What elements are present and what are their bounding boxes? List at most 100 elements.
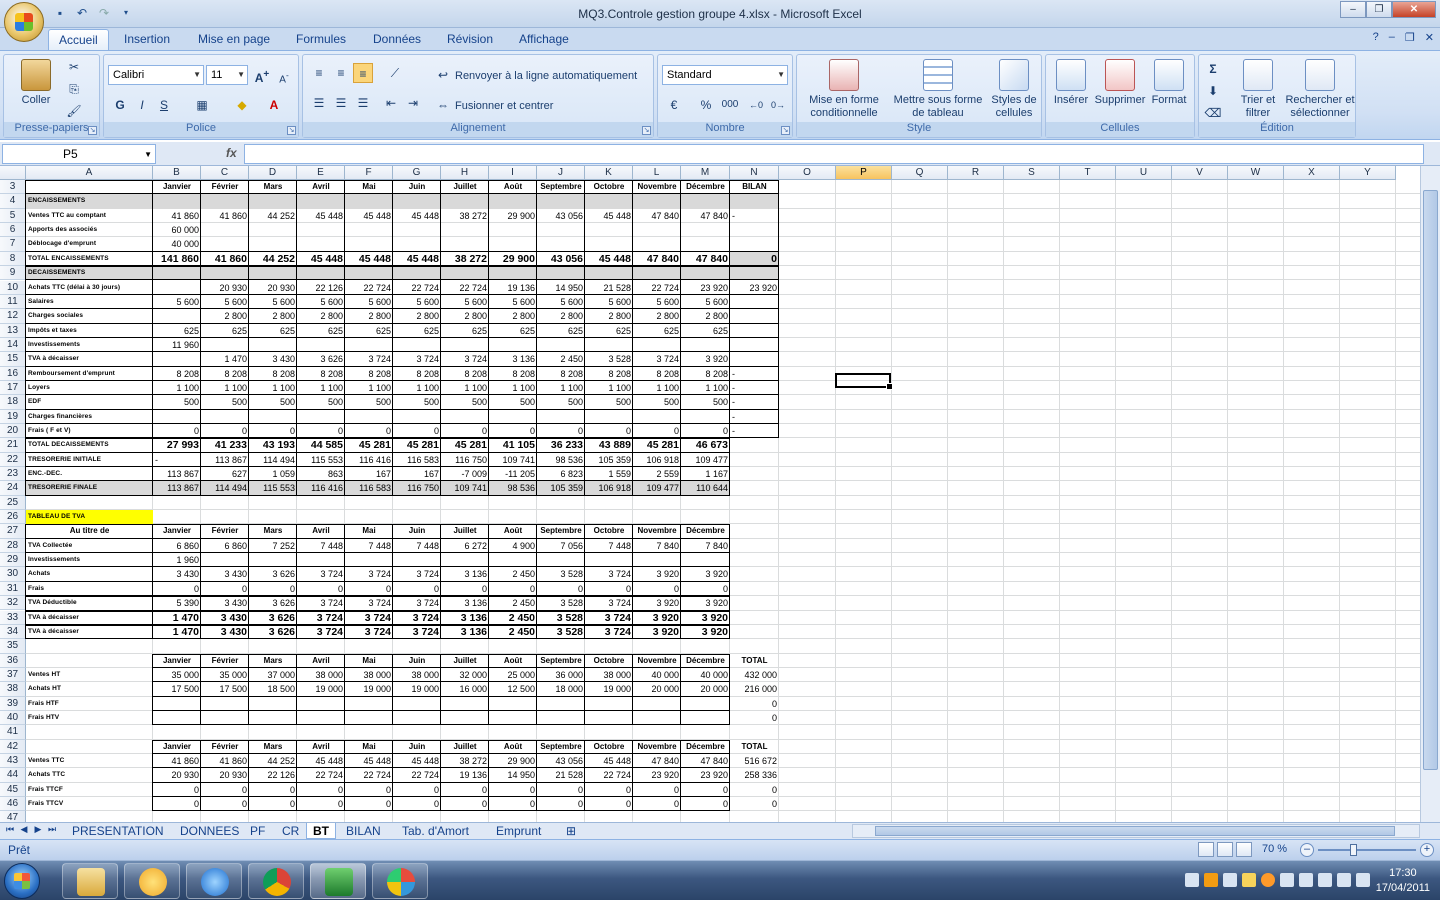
sheet-tab-donnees[interactable]: DONNEES <box>174 823 245 839</box>
cell-value[interactable]: 22 724 <box>441 281 489 295</box>
cell-value[interactable]: 115 553 <box>249 481 297 495</box>
cell-value[interactable]: 22 126 <box>297 281 345 295</box>
cell-value[interactable]: 625 <box>681 324 730 338</box>
cell-value[interactable]: 44 252 <box>249 754 297 768</box>
column-header-p[interactable]: P <box>836 166 892 180</box>
tab-revision[interactable]: Révision <box>447 32 493 46</box>
cell-value[interactable]: 625 <box>153 324 201 338</box>
cell-value[interactable]: 20 930 <box>201 281 249 295</box>
row-label[interactable]: Achats TTC <box>26 768 153 782</box>
cell-value[interactable]: 0 <box>730 797 779 811</box>
cell-value[interactable]: 2 800 <box>201 309 249 323</box>
cell-value[interactable]: 45 281 <box>633 438 681 452</box>
row-header[interactable]: 29 <box>0 553 26 568</box>
cell-value[interactable]: Juillet <box>441 654 489 668</box>
cell-value[interactable]: 5 600 <box>537 295 585 309</box>
cell-value[interactable]: 19 136 <box>489 281 537 295</box>
zoom-out-icon[interactable]: – <box>1300 843 1314 857</box>
cell-value[interactable]: 7 252 <box>249 539 297 553</box>
cell-value[interactable]: 7 448 <box>297 539 345 553</box>
tab-insertion[interactable]: Insertion <box>124 32 170 46</box>
row-label[interactable]: Charges sociales <box>26 309 153 323</box>
cell-value[interactable]: 0 <box>393 783 441 797</box>
cell-value[interactable]: 0 <box>153 582 201 596</box>
row-header[interactable]: 20 <box>0 423 26 439</box>
cell-value[interactable]: Octobre <box>585 524 633 538</box>
cell-value[interactable]: 116 416 <box>297 481 345 495</box>
cell-value[interactable]: Octobre <box>585 654 633 668</box>
cell-value[interactable]: 0 <box>489 797 537 811</box>
cell-value[interactable]: 5 600 <box>633 295 681 309</box>
cell-value[interactable]: 41 860 <box>153 209 201 223</box>
cell-value[interactable]: 7 056 <box>537 539 585 553</box>
row-header[interactable]: 19 <box>0 409 26 424</box>
cell-value[interactable]: 4 900 <box>489 539 537 553</box>
cell-value[interactable]: 3 920 <box>681 567 730 581</box>
row-header[interactable]: 34 <box>0 624 26 640</box>
row-label[interactable]: ENCAISSEMENTS <box>26 194 153 208</box>
cell-value[interactable]: 2 450 <box>537 352 585 366</box>
column-header-i[interactable]: I <box>489 166 537 180</box>
cell-value[interactable]: Mars <box>249 524 297 538</box>
cell-value[interactable]: 5 600 <box>345 295 393 309</box>
cell-value[interactable]: 38 272 <box>441 209 489 223</box>
cell-value[interactable]: 1 100 <box>297 381 345 395</box>
cell-value[interactable]: 45 281 <box>345 438 393 452</box>
cell-value[interactable]: 3 724 <box>585 596 633 610</box>
cell-value[interactable]: 167 <box>393 467 441 481</box>
cell-value[interactable]: Avril <box>297 740 345 754</box>
cell-value[interactable]: 3 724 <box>585 567 633 581</box>
cell-value[interactable]: 1 100 <box>153 381 201 395</box>
row-label[interactable]: Achats HT <box>26 682 153 696</box>
row-header[interactable]: 12 <box>0 309 26 324</box>
cell-value[interactable]: 45 448 <box>345 754 393 768</box>
cell-value[interactable]: 2 800 <box>585 309 633 323</box>
cell-value[interactable]: 500 <box>441 395 489 409</box>
cell-value[interactable]: Février <box>201 740 249 754</box>
cell-value[interactable]: 113 867 <box>153 481 201 495</box>
cell-value[interactable]: 0 <box>345 797 393 811</box>
cell-value[interactable]: 500 <box>489 395 537 409</box>
cell-value[interactable]: Août <box>489 524 537 538</box>
cell-value[interactable]: 1 100 <box>633 381 681 395</box>
cell-value[interactable]: Décembre <box>681 180 730 194</box>
cell-value[interactable]: 38 000 <box>345 668 393 682</box>
network-icon[interactable] <box>1318 873 1332 887</box>
tray-icon[interactable] <box>1261 873 1275 887</box>
cell-value[interactable]: 5 600 <box>201 295 249 309</box>
cell-value[interactable]: 0 <box>585 783 633 797</box>
cell-value[interactable]: Novembre <box>633 740 681 754</box>
cell-value[interactable]: 45 448 <box>297 252 345 266</box>
cell-value[interactable]: 3 626 <box>249 596 297 610</box>
page-break-view-icon[interactable] <box>1236 842 1252 857</box>
cell-value[interactable]: 3 626 <box>249 611 297 625</box>
row-header[interactable]: 16 <box>0 366 26 381</box>
cell-value[interactable]: Novembre <box>633 654 681 668</box>
row-header[interactable]: 35 <box>0 639 26 654</box>
cell-value[interactable]: 0 <box>537 783 585 797</box>
clipboard-dialog-launcher[interactable]: ↘ <box>88 126 97 135</box>
clear-icon[interactable]: ⌫ <box>1203 103 1223 123</box>
cell-value[interactable]: 18 000 <box>537 682 585 696</box>
cell-value[interactable]: 45 448 <box>393 252 441 266</box>
cell-value[interactable]: Septembre <box>537 740 585 754</box>
cell-value[interactable]: 2 800 <box>441 309 489 323</box>
cell-value[interactable]: 3 136 <box>441 611 489 625</box>
row-header[interactable]: 13 <box>0 323 26 338</box>
grow-font-icon[interactable]: A+ <box>252 65 272 85</box>
decrease-indent-icon[interactable]: ⇤ <box>381 93 401 113</box>
cell-value[interactable]: 1 100 <box>441 381 489 395</box>
row-label[interactable]: Au titre de <box>26 524 153 538</box>
sheet-tab-pf[interactable]: PF <box>244 823 271 839</box>
cell-value[interactable]: Septembre <box>537 654 585 668</box>
cell-value[interactable]: 20 000 <box>681 682 730 696</box>
cell-value[interactable]: 114 494 <box>201 481 249 495</box>
cell-value[interactable]: 41 860 <box>201 252 249 266</box>
cell-value[interactable]: 3 920 <box>681 596 730 610</box>
volume-icon[interactable] <box>1356 873 1370 887</box>
tray-icon[interactable] <box>1204 873 1218 887</box>
cell-value[interactable]: 2 800 <box>249 309 297 323</box>
cell-value[interactable]: 3 430 <box>153 567 201 581</box>
cell-value[interactable]: 7 448 <box>585 539 633 553</box>
cell-value[interactable]: 627 <box>201 467 249 481</box>
